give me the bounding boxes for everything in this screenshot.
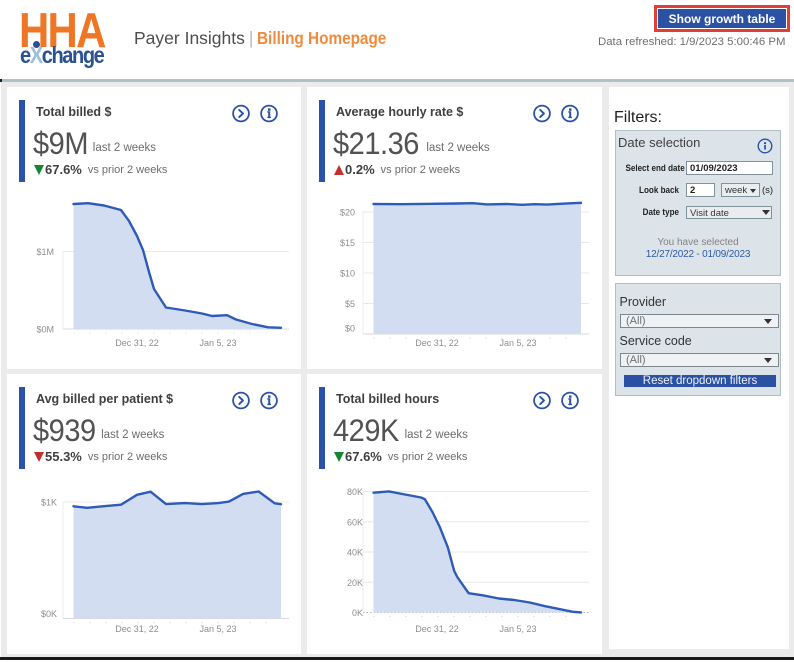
svg-text:Dec 31, 22: Dec 31, 22 <box>115 338 159 348</box>
svg-text:40K: 40K <box>347 548 363 558</box>
svg-text:Jan 5, 23: Jan 5, 23 <box>499 338 536 348</box>
svg-text:$15: $15 <box>340 238 355 248</box>
svg-text:$1K: $1K <box>41 498 57 508</box>
svg-text:Jan 5, 23: Jan 5, 23 <box>499 624 536 634</box>
svg-text:$1M: $1M <box>36 247 54 257</box>
svg-text:80K: 80K <box>347 487 363 497</box>
svg-text:$5: $5 <box>345 299 355 309</box>
svg-text:Jan 5, 23: Jan 5, 23 <box>199 338 236 348</box>
svg-text:60K: 60K <box>347 517 363 527</box>
svg-text:$10: $10 <box>340 269 355 279</box>
svg-text:Dec 31, 22: Dec 31, 22 <box>415 338 459 348</box>
svg-text:0K: 0K <box>352 608 363 618</box>
svg-text:Dec 31, 22: Dec 31, 22 <box>415 624 459 634</box>
svg-text:$0M: $0M <box>36 325 54 335</box>
svg-text:$0: $0 <box>345 324 355 334</box>
svg-text:Jan 5, 23: Jan 5, 23 <box>199 624 236 634</box>
svg-text:20K: 20K <box>347 578 363 588</box>
svg-text:$0K: $0K <box>41 609 57 619</box>
svg-text:$20: $20 <box>340 208 355 218</box>
svg-text:Dec 31, 22: Dec 31, 22 <box>115 624 159 634</box>
